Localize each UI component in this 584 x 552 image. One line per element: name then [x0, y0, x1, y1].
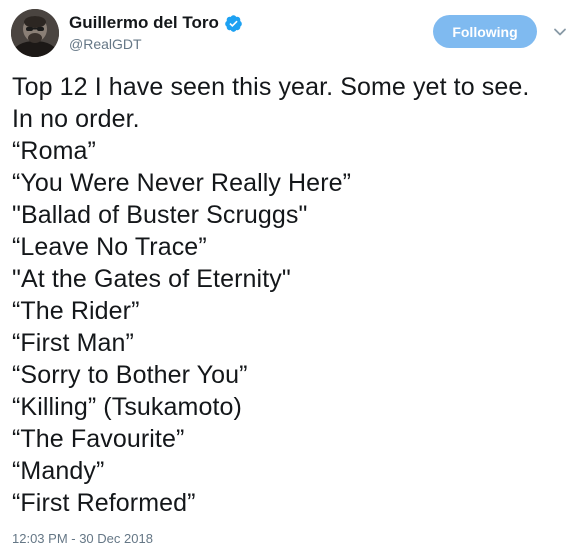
tweet-line: “First Reformed”	[12, 489, 196, 517]
tweet-line: “Sorry to Bother You”	[12, 361, 248, 389]
author-display-name[interactable]: Guillermo del Toro	[69, 13, 219, 33]
following-button[interactable]: Following	[433, 15, 537, 48]
author-handle[interactable]: @RealGDT	[69, 36, 142, 52]
tweet-line: “Mandy”	[12, 457, 105, 485]
chevron-down-icon[interactable]	[552, 24, 568, 40]
author-name-row: Guillermo del Toro	[69, 11, 243, 35]
tweet-line: “Killing” (Tsukamoto)	[12, 393, 242, 421]
tweet-line: “Roma”	[12, 137, 96, 165]
tweet-line: “Leave No Trace”	[12, 233, 207, 261]
tweet-line: "Ballad of Buster Scruggs"	[12, 201, 308, 229]
tweet-text: Top 12 I have seen this year. Some yet t…	[12, 71, 582, 519]
tweet-line: In no order.	[12, 105, 140, 133]
verified-badge-icon	[225, 14, 242, 32]
tweet-line: “The Favourite”	[12, 425, 185, 453]
tweet-line: Top 12 I have seen this year. Some yet t…	[12, 73, 530, 101]
tweet-line: “The Rider”	[12, 297, 140, 325]
tweet-card: Guillermo del Toro @RealGDT Following To…	[0, 0, 584, 552]
tweet-timestamp[interactable]: 12:03 PM - 30 Dec 2018	[12, 531, 153, 546]
profile-photo-icon	[11, 9, 59, 57]
author-avatar[interactable]	[11, 9, 59, 57]
tweet-line: “You Were Never Really Here”	[12, 169, 352, 197]
tweet-line: “First Man”	[12, 329, 134, 357]
tweet-line: "At the Gates of Eternity"	[12, 265, 291, 293]
